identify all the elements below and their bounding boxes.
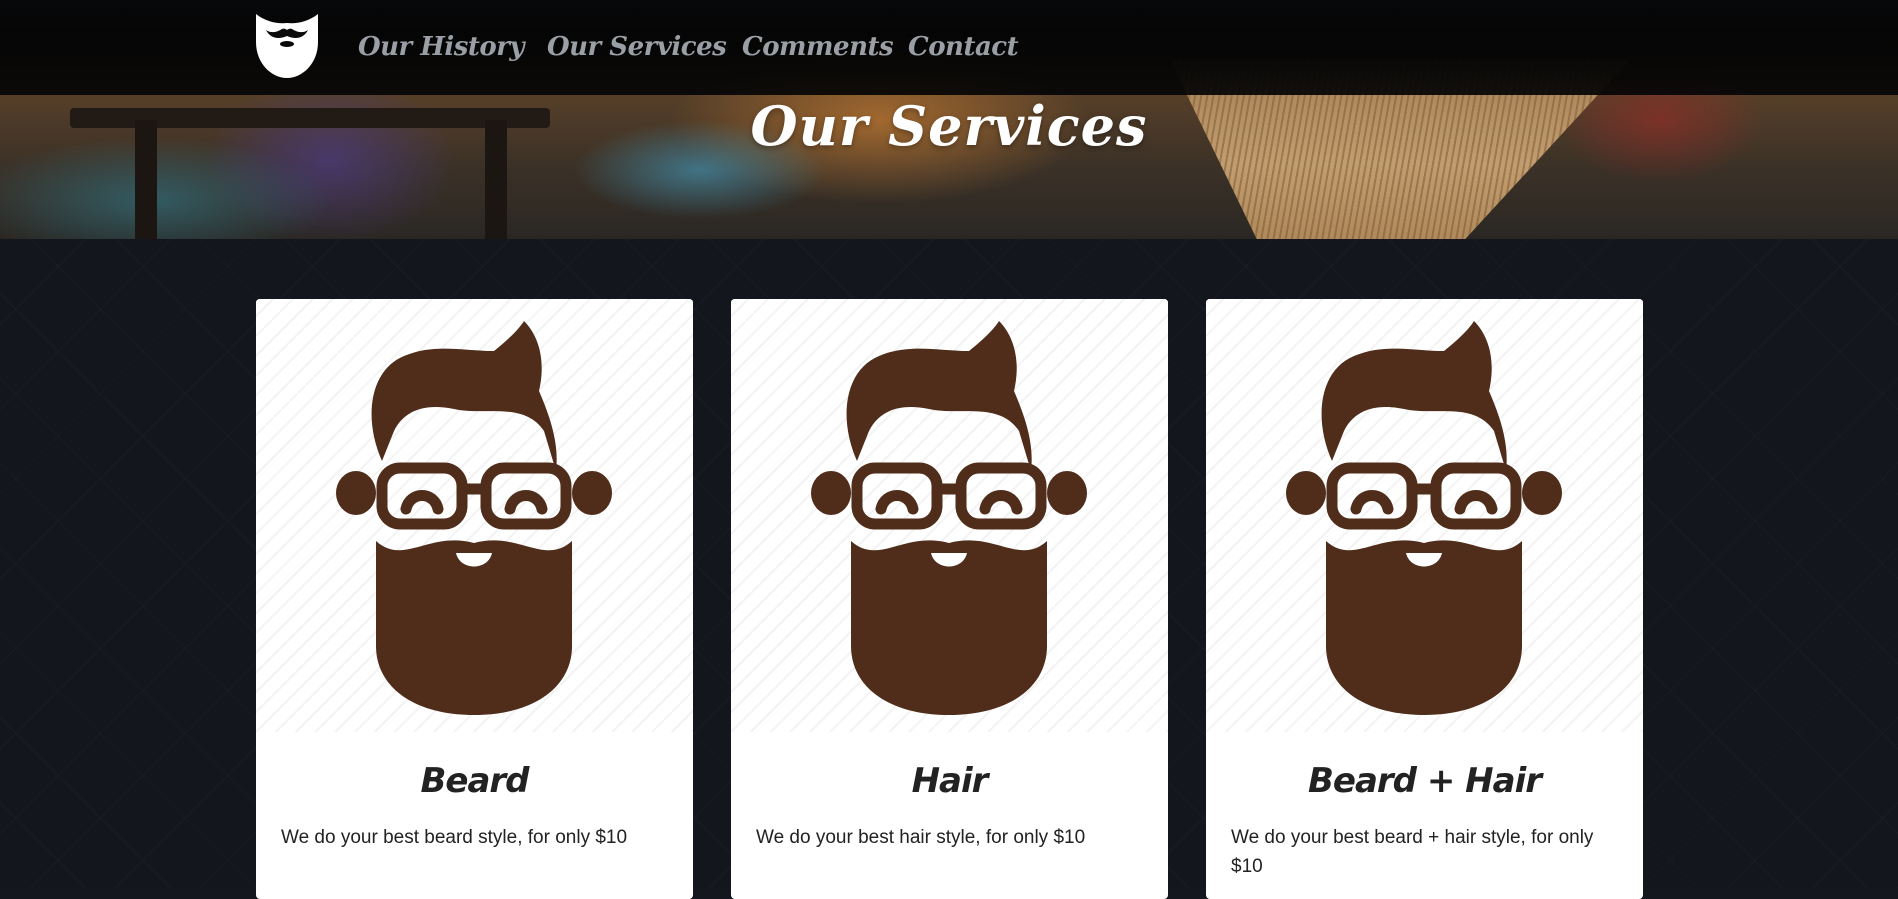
service-card-beard-hair: Beard + Hair We do your best beard + hai… <box>1206 299 1643 899</box>
bearded-man-glasses-icon <box>811 321 1087 715</box>
nav-link-comments[interactable]: Comments <box>742 27 894 67</box>
service-description: We do your best hair style, for only $10 <box>756 827 1086 848</box>
nav-link-our-services[interactable]: Our Services <box>547 27 727 67</box>
beard-logo-icon[interactable] <box>254 12 320 80</box>
service-title: Beard <box>420 761 529 801</box>
service-title: Beard + Hair <box>1307 761 1542 801</box>
page-title: Our Services <box>750 94 1148 158</box>
bearded-man-glasses-icon <box>1286 321 1562 715</box>
service-description: We do your best beard style, for only $1… <box>281 827 628 848</box>
nav-link-our-history[interactable]: Our History <box>358 27 525 67</box>
service-card-image <box>731 299 1168 732</box>
top-navbar: Our History Our Services Comments Contac… <box>0 0 1898 95</box>
service-card-hair: Hair We do your best hair style, for onl… <box>731 299 1168 899</box>
bearded-man-glasses-icon <box>336 321 612 715</box>
service-title: Hair <box>911 761 989 801</box>
nav-link-contact[interactable]: Contact <box>908 27 1019 67</box>
service-card-image <box>256 299 693 732</box>
service-card-image <box>1206 299 1643 732</box>
service-description: We do your best beard + hair style, for … <box>1231 827 1594 877</box>
service-card-beard: Beard We do your best beard style, for o… <box>256 299 693 899</box>
